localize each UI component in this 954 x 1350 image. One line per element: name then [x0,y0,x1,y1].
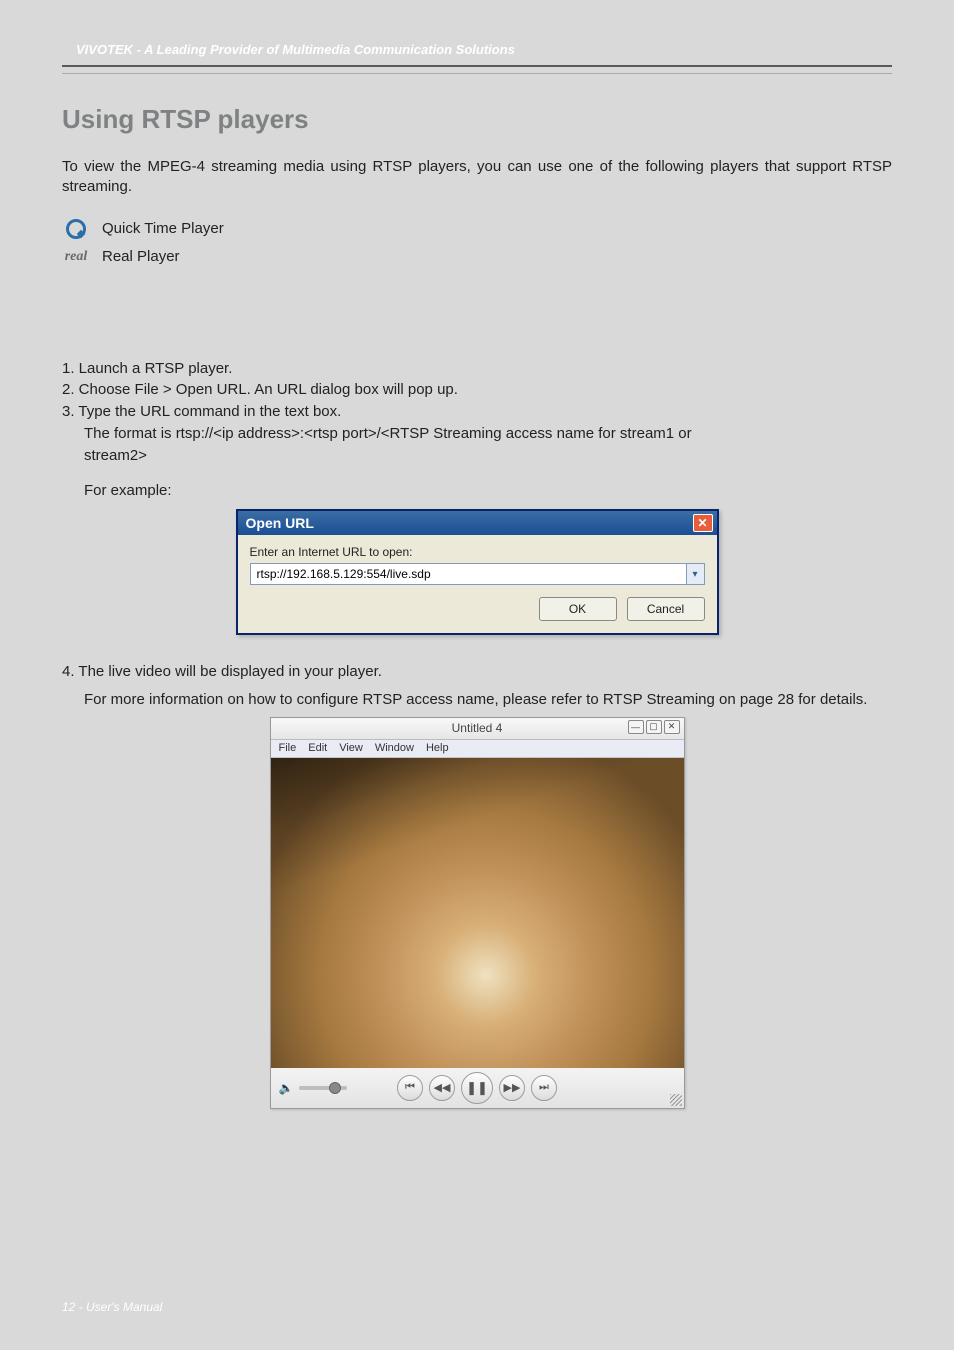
step-3: 3. Type the URL command in the text box. [62,401,892,423]
step-1: 1. Launch a RTSP player. [62,358,892,380]
video-controls: 🔈 ⏮ ◀◀ ❚❚ ▶▶ ⏭ [271,1068,684,1108]
video-menubar: File Edit View Window Help [271,740,684,758]
menu-edit[interactable]: Edit [308,742,327,754]
quicktime-icon [62,218,90,240]
step-3-detail2: stream2> [84,445,892,467]
step-4-detail: For more information on how to configure… [84,689,892,711]
video-frame-image [271,758,684,1068]
dialog-title: Open URL [246,515,314,531]
skip-back-icon[interactable]: ⏮ [397,1075,423,1101]
header-breadcrumb: VIVOTEK - A Leading Provider of Multimed… [62,0,892,65]
steps-block: 1. Launch a RTSP player. 2. Choose File … [62,358,892,467]
dialog-label: Enter an Internet URL to open: [250,545,705,559]
chevron-down-icon[interactable]: ▾ [687,563,705,585]
menu-file[interactable]: File [279,742,297,754]
dialog-titlebar: Open URL ✕ [238,511,717,535]
menu-window[interactable]: Window [375,742,414,754]
step-2: 2. Choose File > Open URL. An URL dialog… [62,379,892,401]
resize-grip-icon[interactable] [670,1094,682,1106]
fast-forward-icon[interactable]: ▶▶ [499,1075,525,1101]
speaker-icon: 🔈 [279,1081,294,1095]
pause-icon[interactable]: ❚❚ [461,1072,493,1104]
close-icon[interactable]: ✕ [664,720,680,734]
ok-button[interactable]: OK [539,597,617,621]
open-url-dialog: Open URL ✕ Enter an Internet URL to open… [236,509,719,635]
list-item: real Real Player [62,246,892,268]
maximize-icon[interactable]: ▢ [646,720,662,734]
skip-forward-icon[interactable]: ⏭ [531,1075,557,1101]
player-label: Real Player [102,248,180,265]
menu-help[interactable]: Help [426,742,449,754]
page-footer: 12 - User's Manual [62,1300,162,1314]
example-label: For example: [84,482,892,499]
realplayer-icon: real [62,246,90,268]
cancel-button[interactable]: Cancel [627,597,705,621]
menu-view[interactable]: View [339,742,363,754]
section-title: Using RTSP players [62,104,892,135]
video-titlebar: Untitled 4 — ▢ ✕ [271,718,684,740]
rewind-icon[interactable]: ◀◀ [429,1075,455,1101]
minimize-icon[interactable]: — [628,720,644,734]
step-4: 4. The live video will be displayed in y… [62,661,892,683]
url-input[interactable] [250,563,687,585]
close-icon[interactable]: ✕ [693,514,713,532]
header-rule [62,65,892,67]
player-label: Quick Time Player [102,220,224,237]
video-title: Untitled 4 [452,721,503,735]
volume-control[interactable]: 🔈 [279,1081,348,1095]
header-sub-rule [62,73,892,74]
video-player-window: Untitled 4 — ▢ ✕ File Edit View Window H… [270,717,685,1109]
list-item: Quick Time Player [62,218,892,240]
volume-slider[interactable] [299,1086,347,1090]
step-3-detail: The format is rtsp://<ip address>:<rtsp … [84,423,892,445]
intro-paragraph: To view the MPEG-4 streaming media using… [62,157,892,198]
player-list: Quick Time Player real Real Player [62,218,892,268]
